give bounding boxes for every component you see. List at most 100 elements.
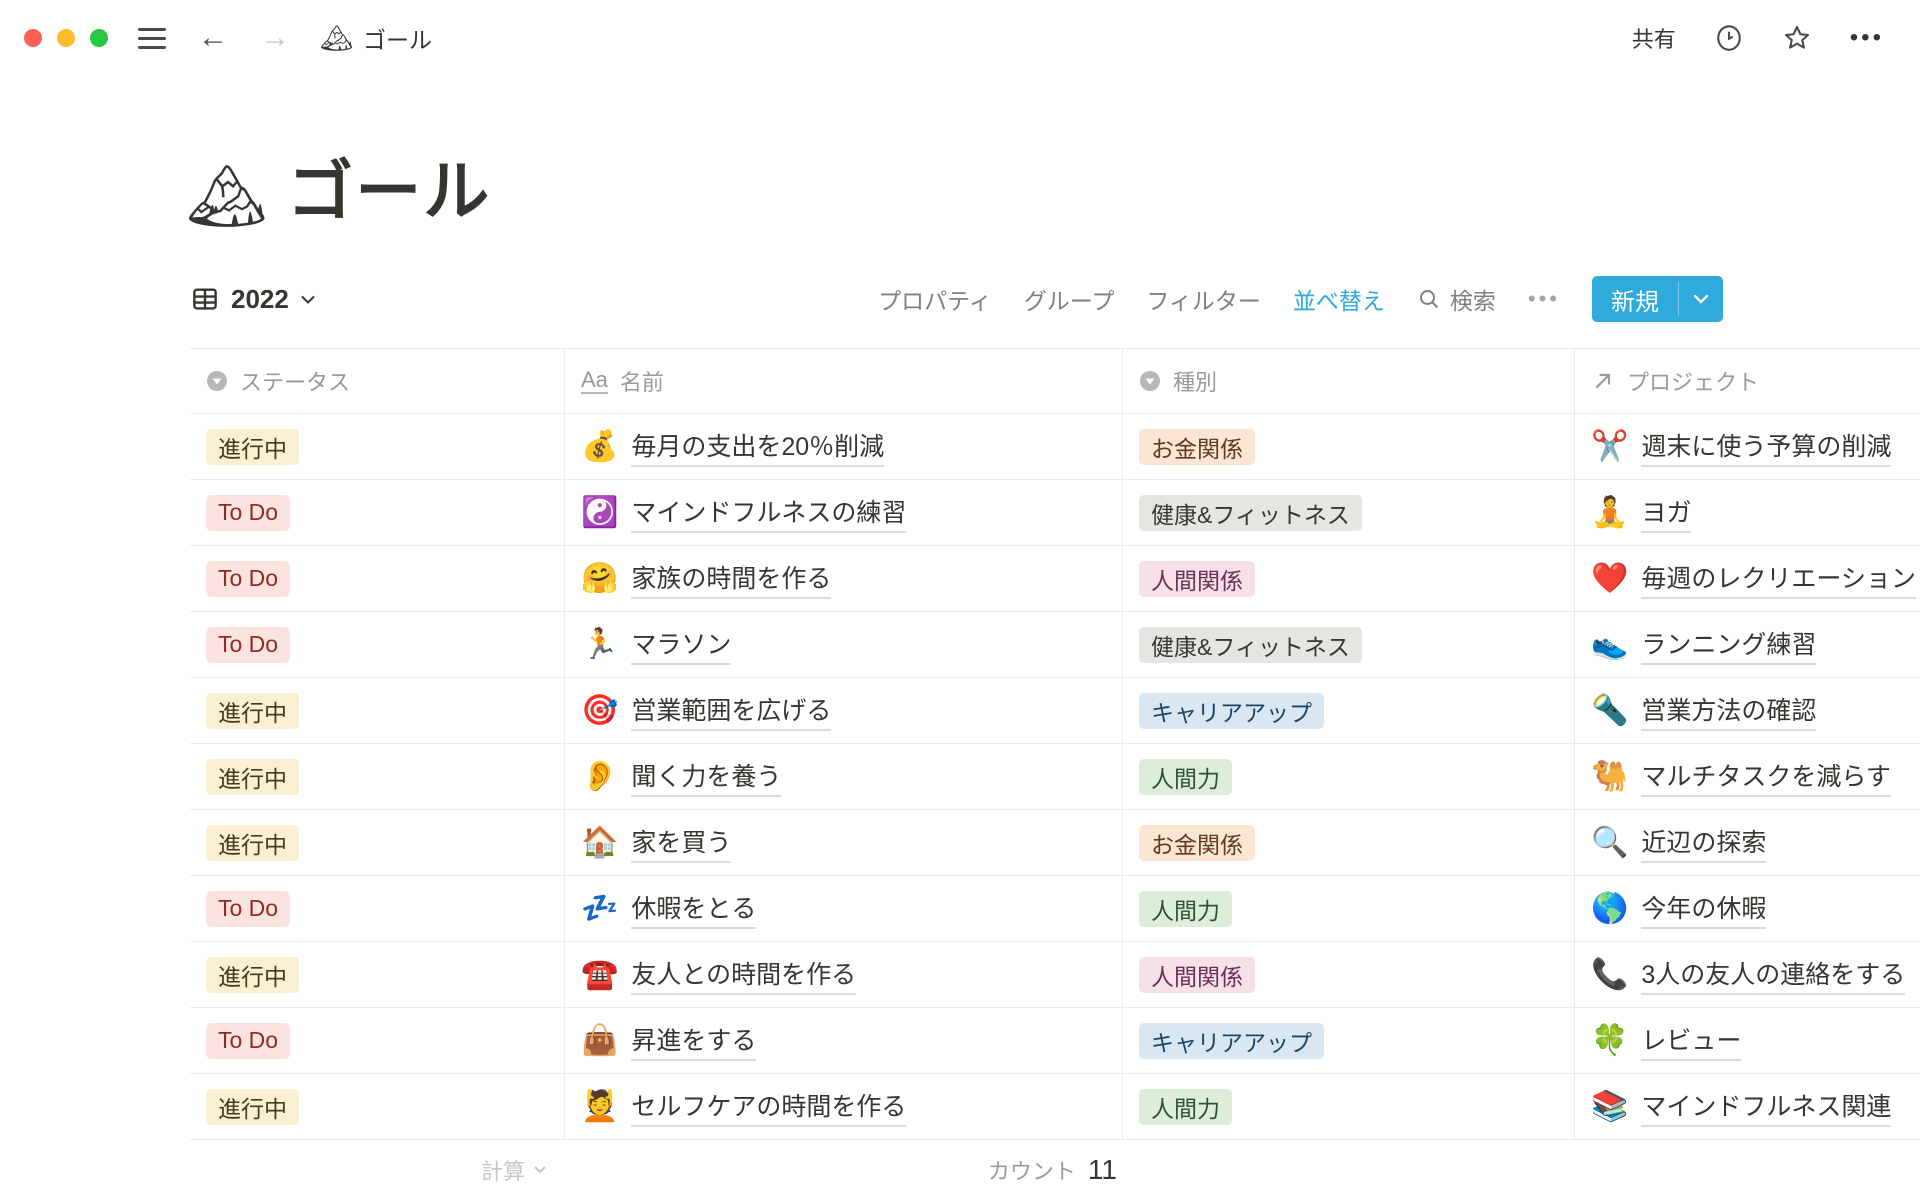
row-title-link[interactable]: マラソン (631, 625, 731, 665)
table-row[interactable]: 進行中 🏠 家を買う お金関係 🔍 近辺の探索 (190, 810, 1920, 876)
sidebar-menu-icon[interactable] (138, 28, 166, 49)
table-row[interactable]: 進行中 👂 聞く力を養う 人間力 🐫 マルチタスクを減らす (190, 744, 1920, 810)
row-title-link[interactable]: 友人との時間を作る (631, 955, 856, 995)
forward-arrow-icon: → (260, 23, 290, 53)
type-badge[interactable]: 人間関係 (1139, 957, 1255, 993)
project-emoji-icon: 📚 (1591, 1092, 1628, 1122)
project-emoji-icon: 🌎 (1591, 894, 1628, 924)
project-relation-link[interactable]: ヨガ (1641, 493, 1691, 533)
row-title-link[interactable]: 昇進をする (631, 1021, 756, 1061)
type-badge[interactable]: 人間力 (1139, 891, 1232, 927)
status-badge[interactable]: 進行中 (206, 759, 299, 795)
type-badge[interactable]: お金関係 (1139, 825, 1255, 861)
table-row[interactable]: To Do ☯️ マインドフルネスの練習 健康&フィットネス 🧘 ヨガ (190, 480, 1920, 546)
status-badge[interactable]: 進行中 (206, 957, 299, 993)
status-badge[interactable]: To Do (206, 495, 290, 531)
page-title[interactable]: ゴール (287, 155, 491, 228)
chevron-down-icon (300, 294, 316, 305)
project-relation-link[interactable]: 営業方法の確認 (1641, 691, 1816, 731)
status-badge[interactable]: To Do (206, 891, 290, 927)
clock-icon[interactable] (1714, 23, 1744, 53)
table-row[interactable]: 進行中 🎯 営業範囲を広げる キャリアアップ 🔦 営業方法の確認 (190, 678, 1920, 744)
row-title-link[interactable]: マインドフルネスの練習 (631, 493, 906, 533)
table-row[interactable]: To Do 🏃 マラソン 健康&フィットネス 👟 ランニング練習 (190, 612, 1920, 678)
row-title-link[interactable]: 休暇をとる (631, 889, 756, 929)
sort-menu[interactable]: 並べ替え (1293, 282, 1385, 316)
row-emoji-icon: 🤗 (581, 564, 618, 594)
calculate-dropdown[interactable]: 計算 (481, 1154, 565, 1186)
project-relation-link[interactable]: 週末に使う予算の削減 (1641, 427, 1891, 467)
new-button-chevron-icon[interactable] (1679, 276, 1723, 322)
row-title-link[interactable]: セルフケアの時間を作る (631, 1087, 906, 1127)
status-badge[interactable]: To Do (206, 1023, 290, 1059)
project-relation-link[interactable]: 3人の友人の連絡をする (1641, 955, 1905, 995)
window-more-icon[interactable]: ••• (1850, 24, 1884, 52)
project-emoji-icon: 🔦 (1591, 696, 1628, 726)
count-summary[interactable]: カウント 11 (988, 1154, 1123, 1186)
type-badge[interactable]: 人間力 (1139, 1089, 1232, 1125)
status-badge[interactable]: 進行中 (206, 1089, 299, 1125)
page-icon-emoji[interactable]: 🏔 (186, 164, 267, 228)
type-badge[interactable]: お金関係 (1139, 429, 1255, 465)
table-row[interactable]: To Do 💤 休暇をとる 人間力 🌎 今年の休暇 (190, 876, 1920, 942)
select-icon (1139, 370, 1161, 392)
status-badge[interactable]: To Do (206, 627, 290, 663)
project-relation-link[interactable]: レビュー (1641, 1021, 1741, 1061)
new-button-label[interactable]: 新規 (1592, 276, 1678, 322)
type-badge[interactable]: キャリアアップ (1139, 693, 1324, 729)
type-badge[interactable]: 人間関係 (1139, 561, 1255, 597)
row-title-link[interactable]: 家族の時間を作る (631, 559, 831, 599)
group-menu[interactable]: グループ (1024, 282, 1115, 316)
traffic-lights (24, 29, 108, 47)
view-switcher[interactable]: 2022 (190, 284, 316, 315)
status-badge[interactable]: To Do (206, 561, 290, 597)
project-relation-link[interactable]: 毎週のレクリエーション (1641, 559, 1916, 599)
window-titlebar: ← → 🏔 ゴール 共有 ••• (0, 0, 1920, 76)
table-row[interactable]: 進行中 ☎️ 友人との時間を作る 人間関係 📞 3人の友人の連絡をする (190, 942, 1920, 1008)
row-title-link[interactable]: 毎月の支出を20％削減 (631, 427, 884, 467)
project-relation-link[interactable]: マルチタスクを減らす (1641, 757, 1891, 797)
row-title-link[interactable]: 聞く力を養う (631, 757, 781, 797)
breadcrumb[interactable]: 🏔 ゴール (320, 21, 432, 55)
view-more-icon[interactable]: ••• (1528, 286, 1560, 312)
table-row[interactable]: 進行中 💰 毎月の支出を20％削減 お金関係 ✂️ 週末に使う予算の削減 (190, 414, 1920, 480)
column-header-name[interactable]: Aa 名前 (565, 349, 1123, 413)
row-title-link[interactable]: 家を買う (631, 823, 731, 863)
project-relation-link[interactable]: 今年の休暇 (1641, 889, 1766, 929)
table-row[interactable]: 進行中 💆 セルフケアの時間を作る 人間力 📚 マインドフルネス関連 (190, 1074, 1920, 1140)
row-emoji-icon: 👜 (581, 1026, 618, 1056)
type-badge[interactable]: 健康&フィットネス (1139, 495, 1362, 531)
row-emoji-icon: 🏠 (581, 828, 618, 858)
close-window-button[interactable] (24, 29, 42, 47)
row-emoji-icon: ☎️ (581, 960, 618, 990)
star-favorite-icon[interactable] (1782, 23, 1812, 53)
column-header-project[interactable]: プロジェクト (1575, 349, 1920, 413)
row-title-link[interactable]: 営業範囲を広げる (631, 691, 831, 731)
row-emoji-icon: 🏃 (581, 630, 618, 660)
project-relation-link[interactable]: ランニング練習 (1641, 625, 1816, 665)
back-arrow-icon[interactable]: ← (198, 23, 228, 53)
column-header-status[interactable]: ステータス (190, 349, 565, 413)
properties-menu[interactable]: プロパティ (878, 282, 992, 316)
table-row[interactable]: To Do 🤗 家族の時間を作る 人間関係 ❤️ 毎週のレクリエーション (190, 546, 1920, 612)
table-row[interactable]: To Do 👜 昇進をする キャリアアップ 🍀 レビュー (190, 1008, 1920, 1074)
share-button[interactable]: 共有 (1632, 22, 1676, 54)
table-footer: 計算 カウント 11 (190, 1140, 1920, 1199)
new-button[interactable]: 新規 (1592, 276, 1723, 322)
type-badge[interactable]: キャリアアップ (1139, 1023, 1324, 1059)
search-control[interactable]: 検索 (1417, 282, 1496, 316)
title-aa-icon: Aa (581, 368, 608, 393)
project-relation-link[interactable]: 近辺の探索 (1641, 823, 1766, 863)
row-emoji-icon: 💰 (581, 432, 618, 462)
status-badge[interactable]: 進行中 (206, 429, 299, 465)
project-relation-link[interactable]: マインドフルネス関連 (1641, 1087, 1891, 1127)
status-badge[interactable]: 進行中 (206, 693, 299, 729)
column-header-type[interactable]: 種別 (1123, 349, 1575, 413)
filter-menu[interactable]: フィルター (1146, 282, 1261, 316)
type-badge[interactable]: 人間力 (1139, 759, 1232, 795)
zoom-window-button[interactable] (90, 29, 108, 47)
status-badge[interactable]: 進行中 (206, 825, 299, 861)
minimize-window-button[interactable] (57, 29, 75, 47)
type-badge[interactable]: 健康&フィットネス (1139, 627, 1362, 663)
row-emoji-icon: 👂 (581, 762, 618, 792)
